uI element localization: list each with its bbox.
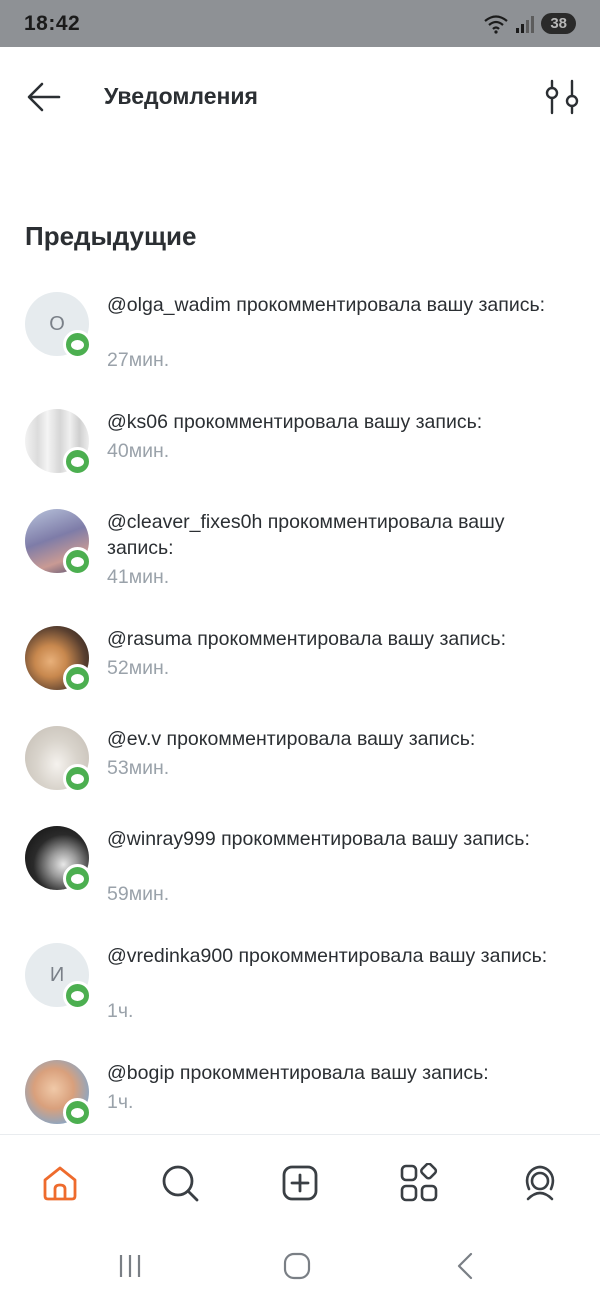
- nav-home-button[interactable]: [38, 1161, 82, 1205]
- back-chevron-icon: [457, 1252, 473, 1280]
- page-title: Уведомления: [104, 83, 258, 109]
- system-home-button[interactable]: [277, 1246, 317, 1286]
- filter-button[interactable]: [542, 77, 582, 117]
- avatar[interactable]: О: [25, 292, 92, 359]
- notification-text: @olga_wadim прокомментировала вашу запис…: [107, 294, 546, 316]
- notification-text: @bogip прокомментировала вашу запись:: [107, 1062, 489, 1084]
- comment-badge: [63, 547, 92, 576]
- home-circle-icon: [283, 1252, 311, 1280]
- notification-text: @ks06 прокомментировала вашу запись:: [107, 411, 483, 433]
- comment-icon: [71, 873, 84, 884]
- comment-icon: [71, 339, 84, 350]
- system-back-button[interactable]: [446, 1246, 486, 1286]
- comment-badge: [63, 764, 92, 793]
- notification-time: 1ч.: [107, 1000, 134, 1022]
- nav-search-button[interactable]: [158, 1161, 202, 1205]
- system-nav: [0, 1232, 600, 1299]
- notification-text: @rasuma прокомментировала вашу запись:: [107, 628, 507, 650]
- notification-item[interactable]: @bogip прокомментировала вашу запись: 1ч…: [0, 1054, 600, 1144]
- notification-time: 59мин.: [107, 883, 170, 905]
- notification-time: 1ч.: [107, 1091, 134, 1113]
- section-title: Предыдущие: [25, 221, 197, 251]
- notification-item[interactable]: @winray999 прокомментировала вашу запись…: [0, 820, 600, 937]
- back-button[interactable]: [26, 81, 62, 113]
- comment-icon: [71, 673, 84, 684]
- back-arrow-icon: [27, 82, 61, 112]
- notification-time: 52мин.: [107, 657, 170, 679]
- avatar[interactable]: [25, 826, 92, 893]
- status-bar: 18:42 38: [0, 0, 600, 47]
- notification-item[interactable]: @cleaver_fixes0h прокомментировала вашу …: [0, 503, 600, 620]
- comment-badge: [63, 1098, 92, 1127]
- comment-icon: [71, 556, 84, 567]
- battery-icon: 38: [541, 13, 576, 34]
- status-time: 18:42: [24, 11, 81, 35]
- recents-icon: [119, 1255, 141, 1277]
- comment-icon: [71, 990, 84, 1001]
- comment-badge: [63, 330, 92, 359]
- notification-item[interactable]: И @vredinka900 прокомментировала вашу за…: [0, 937, 600, 1054]
- avatar[interactable]: И: [25, 943, 92, 1010]
- home-icon: [43, 1166, 77, 1201]
- filter-sliders-icon: [545, 79, 579, 115]
- comment-badge: [63, 664, 92, 693]
- comment-badge: [63, 864, 92, 893]
- avatar[interactable]: [25, 726, 92, 793]
- app-header: Уведомления: [0, 47, 600, 147]
- nav-services-button[interactable]: [397, 1161, 441, 1205]
- avatar[interactable]: [25, 409, 92, 476]
- notification-text: @cleaver_fixes0h прокомментировала вашу …: [107, 511, 505, 559]
- status-icons: 38: [483, 13, 576, 34]
- notification-text: @winray999 прокомментировала вашу запись…: [107, 828, 530, 850]
- avatar[interactable]: [25, 509, 92, 576]
- search-icon: [162, 1165, 199, 1202]
- notification-list: О @olga_wadim прокомментировала вашу зап…: [0, 286, 600, 1144]
- avatar[interactable]: [25, 626, 92, 693]
- nav-profile-button[interactable]: [518, 1161, 562, 1205]
- notification-time: 41мин.: [107, 566, 170, 588]
- notification-time: 27мин.: [107, 349, 170, 371]
- notification-item[interactable]: О @olga_wadim прокомментировала вашу зап…: [0, 286, 600, 403]
- services-icon: [400, 1163, 438, 1202]
- notification-item[interactable]: @rasuma прокомментировала вашу запись: 5…: [0, 620, 600, 720]
- wifi-icon: [484, 14, 509, 34]
- comment-icon: [71, 1107, 84, 1118]
- notification-text: @vredinka900 прокомментировала вашу запи…: [107, 945, 548, 967]
- signal-icon: [516, 15, 535, 33]
- add-post-icon: [282, 1165, 318, 1201]
- nav-add-post-button[interactable]: [278, 1161, 322, 1205]
- notification-text: @ev.v прокомментировала вашу запись:: [107, 728, 476, 750]
- comment-icon: [71, 456, 84, 467]
- bottom-nav: [0, 1134, 600, 1232]
- comment-badge: [63, 447, 92, 476]
- profile-icon: [525, 1165, 555, 1201]
- avatar[interactable]: [25, 1060, 92, 1127]
- notification-time: 53мин.: [107, 757, 170, 779]
- comment-badge: [63, 981, 92, 1010]
- recents-button[interactable]: [110, 1246, 150, 1286]
- notification-item[interactable]: @ev.v прокомментировала вашу запись: 53м…: [0, 720, 600, 820]
- notification-time: 40мин.: [107, 440, 170, 462]
- comment-icon: [71, 773, 84, 784]
- notification-item[interactable]: @ks06 прокомментировала вашу запись: 40м…: [0, 403, 600, 503]
